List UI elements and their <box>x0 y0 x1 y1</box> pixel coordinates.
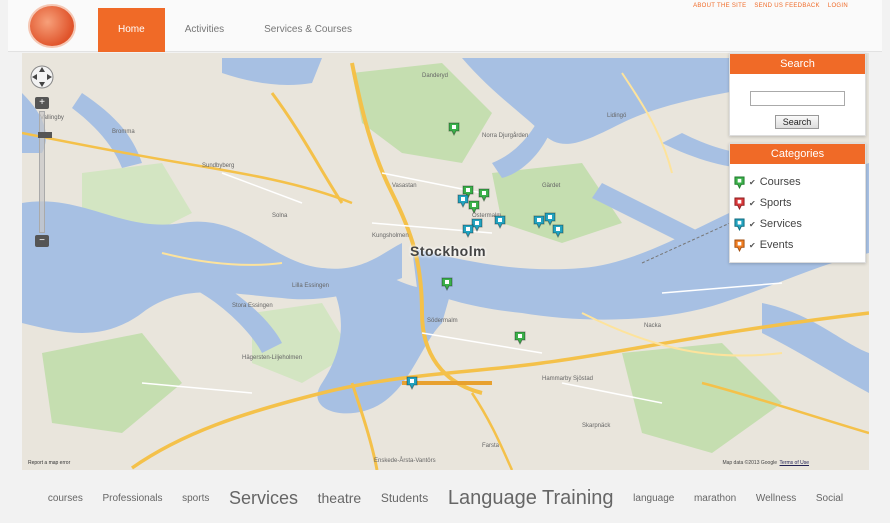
map-marker-courses[interactable] <box>468 200 480 214</box>
map-marker-courses[interactable] <box>441 277 453 292</box>
zoom-in-button[interactable]: + <box>35 97 49 109</box>
categories-panel-title: Categories <box>730 144 865 164</box>
red-marker-icon <box>734 197 745 210</box>
place-label: Solna <box>272 213 288 219</box>
tag-link[interactable]: marathon <box>694 493 736 504</box>
green-marker-icon <box>734 176 745 189</box>
place-label: Norra Djurgården <box>482 133 529 139</box>
checkmark-icon: ✔ <box>749 177 756 187</box>
main-nav: Home Activities Services & Courses <box>98 8 372 52</box>
map-marker-services[interactable] <box>494 215 506 229</box>
tag-link[interactable]: Students <box>381 491 428 505</box>
map-marker-courses[interactable] <box>514 331 526 345</box>
checkmark-icon: ✔ <box>749 219 756 229</box>
place-label: Danderyd <box>422 73 449 79</box>
tag-link[interactable]: sports <box>182 493 209 504</box>
feedback-link[interactable]: SEND US FEEDBACK <box>754 3 819 9</box>
map-marker-services[interactable] <box>457 194 469 208</box>
nav-services-courses[interactable]: Services & Courses <box>244 8 372 52</box>
tag-cloud: courses Professionals sports Services theatr… <box>22 478 869 518</box>
place-label: Gärdet <box>542 183 561 189</box>
pan-arrows-icon <box>30 65 54 89</box>
zoom-slider[interactable]: + − <box>35 97 52 247</box>
category-services[interactable]: ✔ Services <box>734 215 802 233</box>
category-label: Services <box>759 218 802 230</box>
nav-home[interactable]: Home <box>98 8 165 52</box>
zoom-handle[interactable] <box>38 132 52 138</box>
top-links: ABOUT THE SITE SEND US FEEDBACK LOGIN <box>687 3 848 9</box>
site-header: Home Activities Services & Courses ABOUT… <box>8 0 882 52</box>
zoom-track[interactable] <box>38 111 52 233</box>
report-map-error-link[interactable]: Report a map error <box>28 460 70 466</box>
search-panel-title: Search <box>730 54 865 74</box>
about-link[interactable]: ABOUT THE SITE <box>693 3 746 9</box>
place-label: Södermalm <box>427 318 458 324</box>
tag-link[interactable]: courses <box>48 493 83 504</box>
map-marker-services[interactable] <box>462 224 474 238</box>
place-label: Kungsholmen <box>372 233 409 239</box>
pan-control[interactable] <box>30 65 54 89</box>
place-label: Sundbyberg <box>202 163 235 169</box>
map-copyright: Map data ©2013 Google <box>722 460 777 466</box>
place-label: Skarpnäck <box>582 423 611 429</box>
tag-link[interactable]: language <box>633 493 674 504</box>
checkmark-icon: ✔ <box>749 240 756 250</box>
page: Home Activities Services & Courses ABOUT… <box>0 0 890 523</box>
category-label: Sports <box>759 197 792 209</box>
tag-link[interactable]: Services <box>229 488 298 509</box>
map-marker-services[interactable] <box>552 224 564 238</box>
checkmark-icon: ✔ <box>749 198 756 208</box>
tag-link[interactable]: Wellness <box>756 493 796 504</box>
place-label: Hägersten-Liljeholmen <box>242 355 303 361</box>
category-label: Courses <box>759 176 801 188</box>
place-label: Lilla Essingen <box>292 283 330 289</box>
tag-link[interactable]: Social <box>816 493 843 504</box>
terms-link[interactable]: Terms of Use <box>780 460 809 466</box>
map-marker-services[interactable] <box>406 376 418 390</box>
search-panel: Search Search <box>729 53 866 136</box>
map-marker-courses[interactable] <box>448 122 460 137</box>
blue-marker-icon <box>734 218 745 231</box>
search-input[interactable] <box>750 91 845 106</box>
login-link[interactable]: LOGIN <box>828 3 848 9</box>
city-label: Stockholm <box>410 243 487 259</box>
place-label: Bromma <box>112 129 135 135</box>
tag-link[interactable]: Language Training <box>448 487 614 510</box>
map-marker-courses[interactable] <box>478 188 490 202</box>
place-label: Enskede-Årsta-Vantörs <box>374 458 436 464</box>
categories-panel: Categories ✔ Courses ✔ Sports ✔ Services… <box>729 143 866 263</box>
place-label: Vasastan <box>392 183 417 189</box>
place-label: Farsta <box>482 443 500 449</box>
orange-marker-icon <box>734 239 745 252</box>
site-logo[interactable] <box>28 4 76 48</box>
category-label: Events <box>759 239 794 251</box>
place-label: Nacka <box>644 323 662 329</box>
category-courses[interactable]: ✔ Courses <box>734 173 801 191</box>
search-button[interactable]: Search <box>775 115 819 129</box>
category-events[interactable]: ✔ Events <box>734 236 793 254</box>
tag-link[interactable]: theatre <box>318 490 362 506</box>
place-label: Hammarby Sjöstad <box>542 376 594 382</box>
nav-activities[interactable]: Activities <box>165 8 244 52</box>
tag-link[interactable]: Professionals <box>102 493 162 504</box>
category-sports[interactable]: ✔ Sports <box>734 194 792 212</box>
zoom-out-button[interactable]: − <box>35 235 49 247</box>
place-label: Stora Essingen <box>232 303 273 309</box>
place-label: Lidingö <box>607 113 627 119</box>
